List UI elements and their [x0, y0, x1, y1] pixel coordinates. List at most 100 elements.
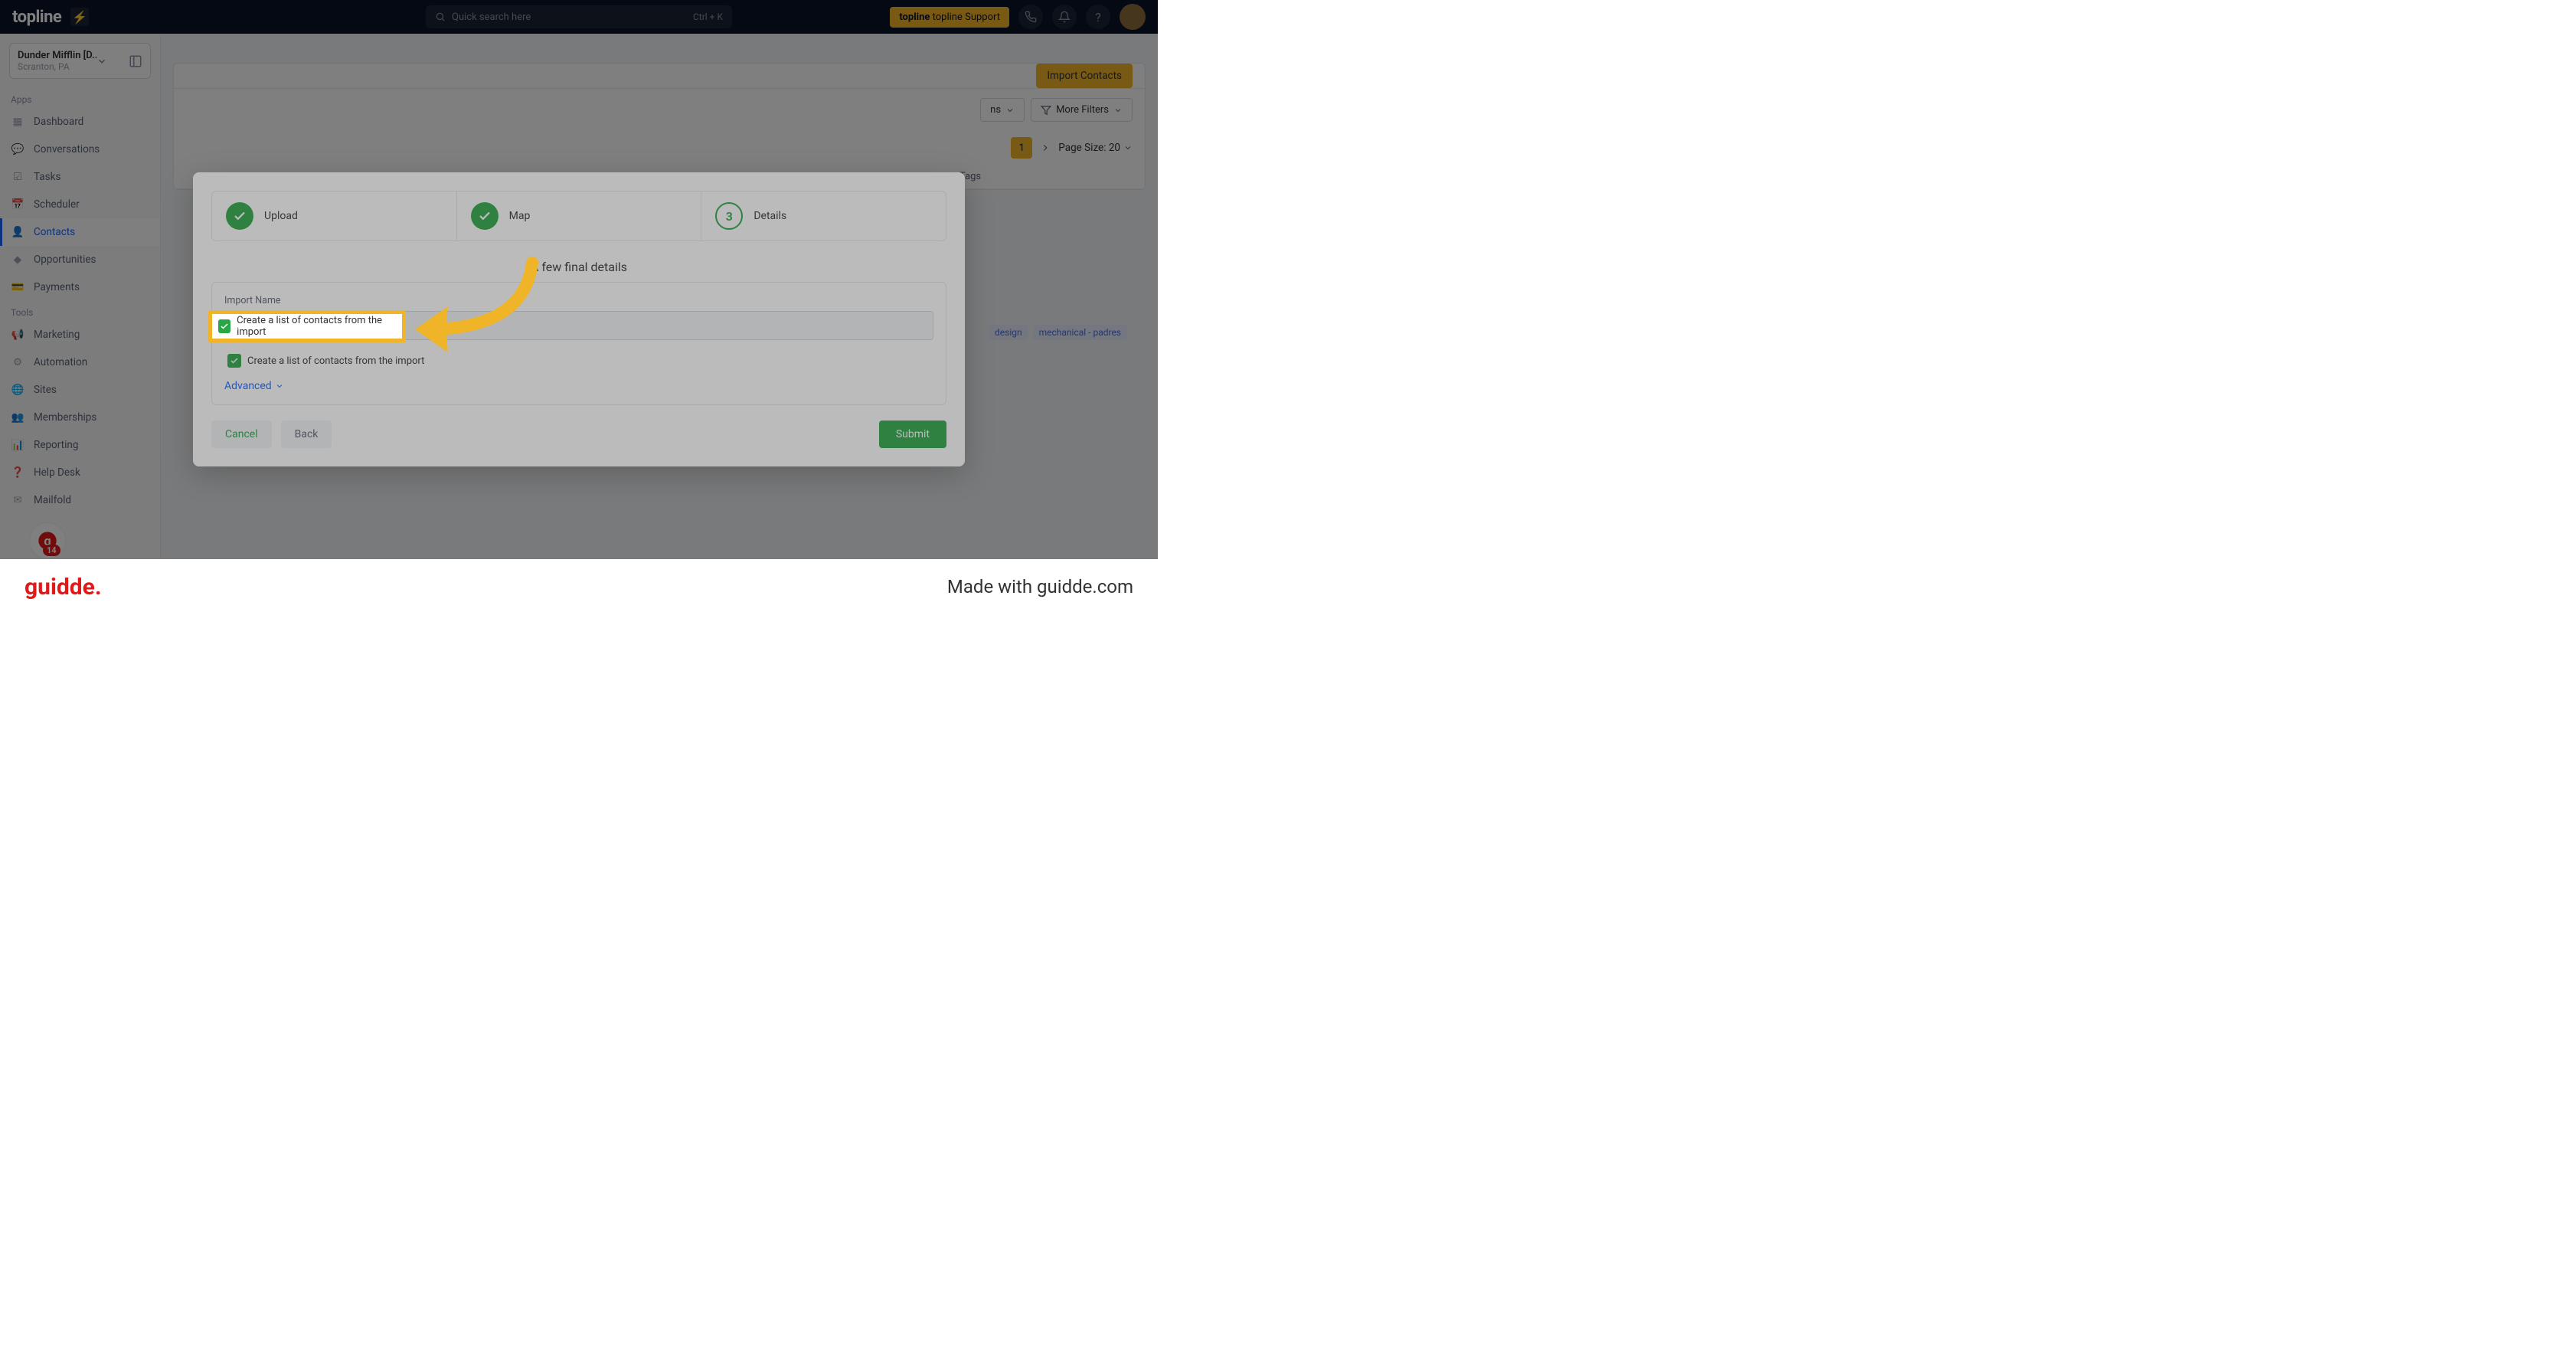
advanced-toggle[interactable]: Advanced	[224, 380, 933, 392]
account-name: Dunder Mifflin [D...	[18, 50, 96, 61]
sidebar-item-label: Reporting	[34, 439, 78, 451]
search-shortcut: Ctrl + K	[693, 11, 723, 22]
sidebar-item-label: Contacts	[34, 226, 75, 238]
sidebar-section-apps: Apps	[0, 88, 160, 108]
step-details: 3 Details	[701, 191, 946, 241]
account-switcher[interactable]: Dunder Mifflin [D... Scranton, PA	[9, 43, 151, 79]
sidebar-item-automation[interactable]: ⚙ Automation	[0, 349, 160, 376]
user-avatar[interactable]	[1120, 4, 1146, 30]
more-filters-button[interactable]: More Filters	[1031, 98, 1133, 122]
annotation-arrow-icon	[406, 257, 551, 364]
sidebar-icon: 📅	[11, 198, 25, 211]
check-icon	[471, 202, 499, 230]
stepper: Upload Map 3 Details	[211, 191, 946, 241]
import-contacts-button[interactable]: Import Contacts	[1036, 64, 1133, 88]
annotation-highlight: Create a list of contacts from the impor…	[208, 310, 406, 342]
sidebar-item-label: Mailfold	[34, 494, 71, 506]
sidebar-item-label: Automation	[34, 356, 87, 368]
page-size-selector[interactable]: Page Size: 20	[1058, 142, 1133, 154]
pagination: 1 Page Size: 20	[174, 131, 1145, 165]
bolt-icon[interactable]: ⚡	[70, 8, 89, 26]
create-list-label: Create a list of contacts from the impor…	[247, 355, 424, 367]
sidebar-item-label: Scheduler	[34, 198, 80, 211]
sidebar-item-label: Tasks	[34, 171, 60, 183]
sidebar-item-reporting[interactable]: 📊 Reporting	[0, 431, 160, 459]
sidebar-icon: ⚙	[11, 355, 25, 369]
checkbox-checked-icon	[218, 319, 230, 333]
phone-icon[interactable]	[1018, 5, 1043, 29]
import-name-label: Import Name	[224, 295, 933, 306]
sidebar-item-help-desk[interactable]: ❓ Help Desk	[0, 459, 160, 486]
sidebar-icon: ◆	[11, 253, 25, 267]
sidebar-icon: 👤	[11, 225, 25, 239]
modal-footer: Cancel Back Submit	[211, 421, 946, 448]
page-number[interactable]: 1	[1011, 137, 1032, 159]
check-icon	[226, 202, 253, 230]
chevron-down-icon	[1123, 143, 1133, 152]
sidebar-item-label: Marketing	[34, 329, 80, 341]
sidebar-section-tools: Tools	[0, 301, 160, 321]
brand-logo: topline	[12, 8, 61, 27]
sidebar-item-memberships[interactable]: 👥 Memberships	[0, 404, 160, 431]
step-upload: Upload	[212, 191, 456, 241]
chevron-right-icon[interactable]	[1040, 142, 1051, 153]
cancel-button[interactable]: Cancel	[211, 421, 272, 448]
search-bar[interactable]: Quick search here Ctrl + K	[426, 5, 732, 28]
sidebar-item-label: Payments	[34, 281, 80, 293]
sidebar-icon: 💬	[11, 142, 25, 156]
account-location: Scranton, PA	[18, 61, 96, 72]
sidebar-icon: ❓	[11, 466, 25, 479]
th-tags: Tags	[959, 171, 1133, 182]
checkbox-checked-icon[interactable]	[227, 354, 241, 368]
create-list-checkbox-row[interactable]: Create a list of contacts from the impor…	[224, 351, 933, 371]
sidebar-item-label: Help Desk	[34, 466, 80, 479]
sidebar-item-marketing[interactable]: 📢Marketing	[0, 321, 160, 349]
sidebar-icon: ▦	[11, 115, 25, 129]
bell-icon[interactable]	[1052, 5, 1077, 29]
filters-row: ns More Filters	[174, 89, 1145, 131]
tag-chip[interactable]: mechanical - padres	[1033, 325, 1127, 340]
sidebar-icon: 👥	[11, 411, 25, 424]
contacts-panel: Import Contacts ns More Filters 1 Page S…	[173, 63, 1146, 190]
guidde-attribution: Made with guidde.com	[947, 576, 1133, 597]
sidebar-item-scheduler[interactable]: 📅 Scheduler	[0, 191, 160, 218]
app-header: topline Quick search here Ctrl + K ⚡ top…	[0, 0, 1158, 34]
sidebar-icon: 🌐	[11, 383, 25, 397]
tag-overflow-row: design mechanical - padres	[989, 325, 1127, 340]
sidebar-item-contacts[interactable]: 👤 Contacts	[0, 218, 160, 246]
chevron-down-icon	[1113, 106, 1123, 115]
help-icon[interactable]: ?	[1086, 5, 1110, 29]
panel-toggle-icon[interactable]	[129, 54, 142, 68]
guidde-footer: guidde. Made with guidde.com	[0, 559, 1158, 614]
step-number: 3	[715, 202, 743, 230]
sidebar-item-label: Dashboard	[34, 116, 83, 128]
support-button[interactable]: topline topline Supporttopline Support	[890, 7, 1009, 28]
sidebar-item-payments[interactable]: 💳 Payments	[0, 273, 160, 301]
sidebar-icon: 📊	[11, 438, 25, 452]
tag-chip[interactable]: design	[989, 325, 1028, 340]
sidebar-item-opportunities[interactable]: ◆Opportunities	[0, 246, 160, 273]
sidebar-item-mailfold[interactable]: ✉ Mailfold	[0, 486, 160, 514]
sidebar-item-label: Sites	[34, 384, 57, 396]
submit-button[interactable]: Submit	[879, 421, 946, 448]
sidebar-icon: ✉	[11, 493, 25, 507]
sidebar-item-tasks[interactable]: ☑ Tasks	[0, 163, 160, 191]
back-button[interactable]: Back	[281, 421, 332, 448]
chevron-down-icon	[275, 381, 284, 391]
tabs-row: Import Contacts	[174, 64, 1145, 89]
modal-title: A few final details	[193, 260, 965, 274]
chevron-down-icon	[96, 56, 107, 67]
guidde-logo: guidde.	[25, 574, 102, 601]
filter-icon	[1041, 105, 1051, 116]
sidebar-item-dashboard[interactable]: ▦ Dashboard	[0, 108, 160, 136]
search-icon	[435, 11, 446, 22]
search-placeholder: Quick search here	[452, 11, 693, 23]
sidebar-item-label: Memberships	[34, 411, 96, 424]
form-area: Import Name Create a list of contacts fr…	[211, 282, 946, 405]
sidebar-item-sites[interactable]: 🌐 Sites	[0, 376, 160, 404]
sidebar-icon: 💳	[11, 280, 25, 294]
sidebar-item-label: Conversations	[34, 143, 100, 155]
columns-dropdown[interactable]: ns	[980, 98, 1025, 122]
sidebar-item-conversations[interactable]: 💬 Conversations	[0, 136, 160, 163]
sidebar-icon: ☑	[11, 170, 25, 184]
